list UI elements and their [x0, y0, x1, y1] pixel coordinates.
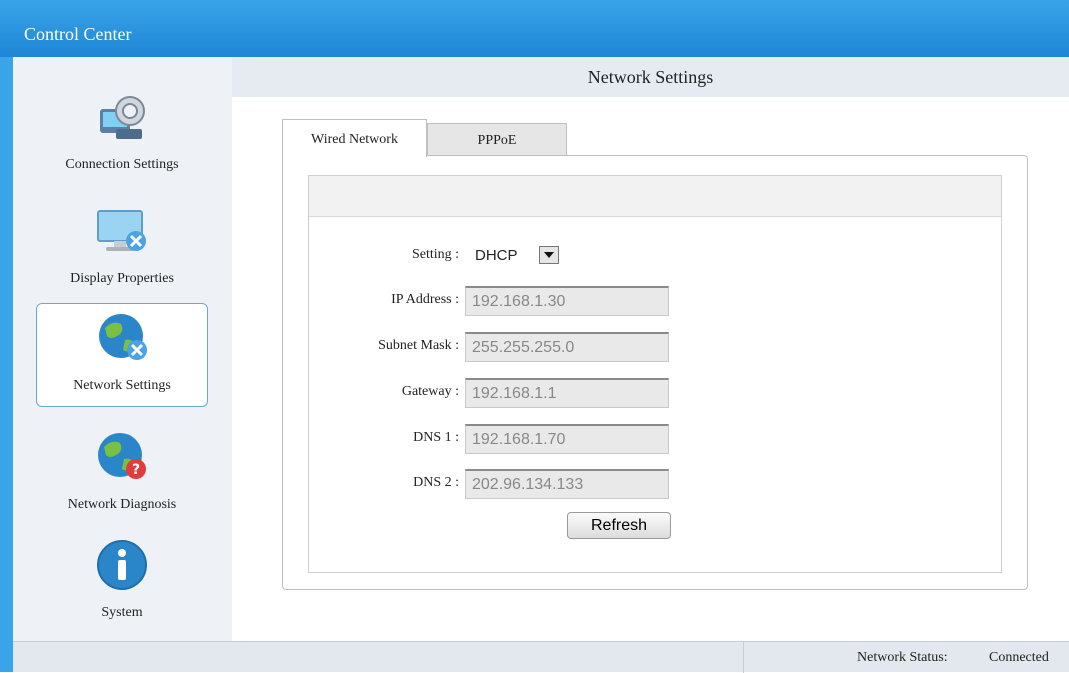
refresh-button[interactable]: Refresh [567, 512, 671, 539]
sidebar-item-network-settings[interactable]: Network Settings [36, 303, 208, 407]
chevron-down-icon[interactable] [539, 246, 559, 264]
sidebar-item-label: Connection Settings [65, 157, 179, 172]
dns2-field[interactable] [465, 469, 669, 499]
svg-text:?: ? [132, 462, 140, 478]
gateway-row: Gateway : [309, 376, 1001, 408]
network-status-label: Network Status: [857, 650, 948, 665]
dns2-label: DNS 2 : [413, 475, 459, 490]
settings-box-header [309, 176, 1001, 217]
status-divider [743, 642, 744, 673]
sidebar-item-label: Network Diagnosis [67, 497, 177, 512]
gateway-field[interactable] [465, 378, 669, 408]
dns1-label: DNS 1 : [413, 430, 459, 445]
dns2-row: DNS 2 : [309, 467, 1001, 499]
setting-select-value: DHCP [475, 247, 518, 264]
page-title: Network Settings [232, 57, 1069, 97]
window-frame-left [0, 57, 13, 672]
sidebar-item-label: System [101, 605, 143, 620]
ip-address-label: IP Address : [391, 292, 459, 307]
subnet-mask-label: Subnet Mask : [378, 338, 459, 353]
network-diagnosis-icon: ? [98, 433, 146, 479]
info-icon [97, 540, 147, 590]
main-content: Network Settings Wired Network PPPoE Set… [232, 57, 1069, 641]
status-bar: Network Status: Connected [13, 641, 1069, 673]
connection-settings-icon [100, 96, 145, 139]
ip-address-row: IP Address : [309, 284, 1001, 316]
setting-select[interactable]: DHCP [465, 244, 565, 268]
title-bar: Control Center [0, 0, 1069, 58]
sidebar: Connection Settings Display Properties N… [13, 57, 232, 641]
window-title: Control Center [24, 24, 132, 44]
gateway-label: Gateway : [401, 384, 459, 399]
dns1-field[interactable] [465, 424, 669, 454]
subnet-mask-field[interactable] [465, 332, 669, 362]
network-settings-icon [99, 314, 147, 360]
tab-wired-network[interactable]: Wired Network [282, 119, 427, 157]
setting-row: Setting : DHCP [309, 239, 1001, 271]
dns1-row: DNS 1 : [309, 422, 1001, 454]
sidebar-item-connection-settings[interactable]: Connection Settings [36, 83, 208, 187]
setting-label: Setting : [411, 247, 459, 262]
tab-panel: Setting : DHCP IP Address : Subnet Mask … [282, 155, 1028, 590]
sidebar-item-label: Network Settings [73, 378, 171, 393]
settings-box: Setting : DHCP IP Address : Subnet Mask … [308, 175, 1002, 573]
tab-pppoe[interactable]: PPPoE [427, 123, 567, 156]
ip-address-field[interactable] [465, 286, 669, 316]
sidebar-item-display-properties[interactable]: Display Properties [36, 197, 208, 301]
display-properties-icon [97, 210, 146, 251]
sidebar-item-label: Display Properties [70, 271, 174, 286]
subnet-mask-row: Subnet Mask : [309, 330, 1001, 362]
network-status-value: Connected [989, 650, 1049, 665]
sidebar-item-system[interactable]: System [36, 531, 208, 635]
sidebar-item-network-diagnosis[interactable]: ? Network Diagnosis [36, 423, 208, 527]
